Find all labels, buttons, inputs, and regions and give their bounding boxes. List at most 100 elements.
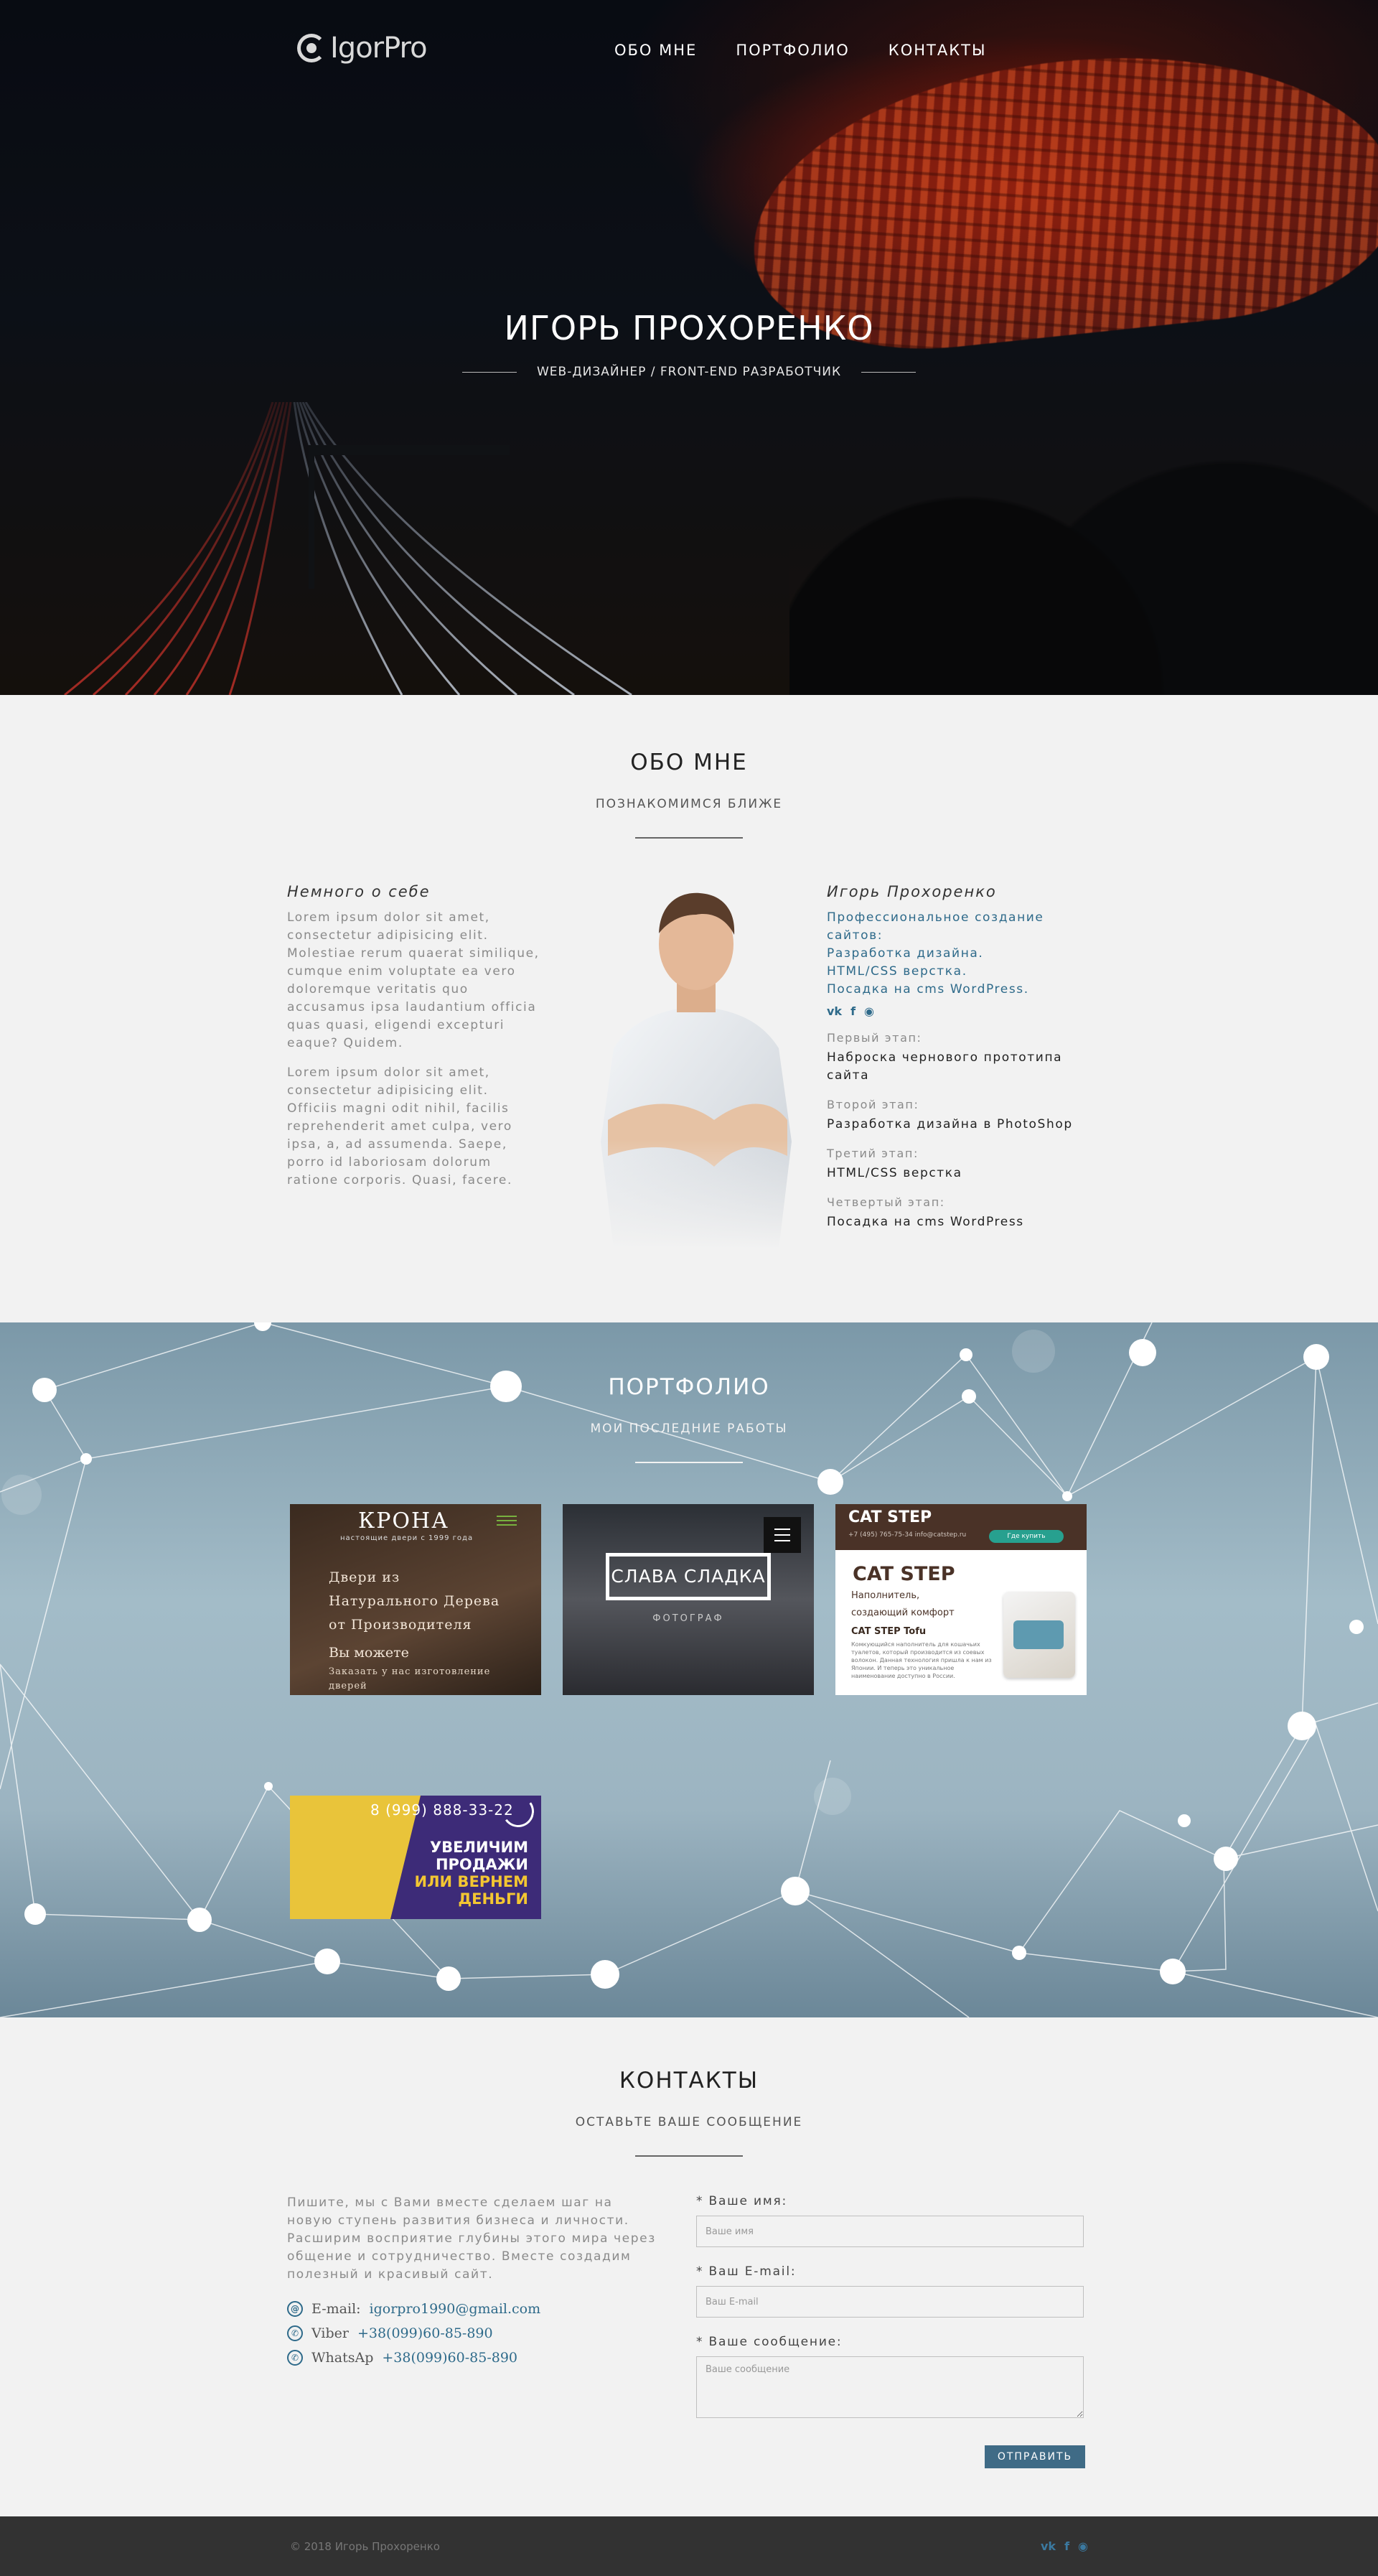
contact-whatsapp: ✆ WhatsAp +38(099)60-85-890 [287, 2350, 660, 2366]
section-divider [635, 1462, 743, 1463]
portfolio-section: ПОРТФОЛИО МОИ ПОСЛЕДНИЕ РАБОТЫ КРОНА нас… [0, 1322, 1378, 2017]
facebook-icon[interactable]: f [850, 1004, 856, 1018]
submit-button[interactable]: ОТПРАВИТЬ [985, 2445, 1085, 2468]
product-image [1003, 1592, 1075, 1678]
contact-label: WhatsAp [311, 2350, 374, 2366]
logo-icon [297, 34, 326, 62]
copyright: © 2018 Игорь Прохоренко [290, 2539, 440, 2553]
contacts-info: Пишите, мы с Вами вместе сделаем шаг на … [287, 2194, 660, 2374]
section-divider [635, 837, 743, 839]
hero-section: IgorPro ОБО МНЕ ПОРТФОЛИО КОНТАКТЫ ИГОРЬ… [0, 0, 1378, 695]
contact-whatsapp-link[interactable]: +38(099)60-85-890 [382, 2350, 517, 2366]
about-info-column: Игорь Прохоренко Профессиональное создан… [827, 883, 1092, 1231]
name-label: * Ваше имя: [696, 2194, 788, 2208]
contact-email-link[interactable]: igorpro1990@gmail.com [370, 2301, 541, 2317]
card-subtitle: ФОТОГРАФ [652, 1613, 724, 1624]
step-label: Третий этап: [827, 1147, 919, 1160]
portrait-photo [563, 883, 829, 1249]
card-subtitle: Наполнитель, создающий комфорт [851, 1590, 955, 1618]
section-subtitle: ОСТАВЬТЕ ВАШЕ СООБЩЕНИЕ [575, 2115, 803, 2129]
portfolio-card-catstep[interactable]: CAT STEP +7 (495) 765-75-34 info@catstep… [835, 1504, 1087, 1695]
card-line: Заказать у нас изготовление дверей [329, 1666, 491, 1691]
card-contact-info: +7 (495) 765-75-34 info@catstep.ru [848, 1531, 967, 1539]
contacts-list: @ E-mail: igorpro1990@gmail.com ✆ Viber … [287, 2301, 660, 2366]
top-nav: IgorPro ОБО МНЕ ПОРТФОЛИО КОНТАКТЫ [0, 0, 1378, 101]
about-text-column: Немного о себе Lorem ipsum dolor sit ame… [287, 883, 540, 1190]
github-icon[interactable]: ◉ [1078, 2539, 1088, 2553]
promo-line: ДЕНЬГИ [458, 1890, 528, 1908]
contacts-intro: Пишите, мы с Вами вместе сделаем шаг на … [287, 2195, 656, 2282]
contact-viber-link[interactable]: +38(099)60-85-890 [357, 2325, 493, 2341]
card-header: CAT STEP +7 (495) 765-75-34 info@catstep… [835, 1504, 1087, 1550]
at-icon: @ [287, 2301, 303, 2317]
card-brand: КРОНА [358, 1508, 449, 1534]
card-phone: 8 (999) 888-33-22 [370, 1801, 514, 1819]
contacts-section: КОНТАКТЫ ОСТАВЬТЕ ВАШЕ СООБЩЕНИЕ Пишите,… [0, 2017, 1378, 2516]
footer: © 2018 Игорь Прохоренко vk f ◉ [0, 2516, 1378, 2576]
contact-label: E-mail: [311, 2301, 361, 2317]
contact-form: * Ваше имя: * Ваш E-mail: * Ваше сообщен… [696, 2194, 1085, 2468]
portfolio-card-krona[interactable]: КРОНА настоящие двери с 1999 года Двери … [290, 1504, 541, 1695]
portfolio-heading: ПОРТФОЛИО МОИ ПОСЛЕДНИЕ РАБОТЫ [0, 1322, 1378, 1463]
step-value: Наброска чернового прототипа сайта [827, 1050, 1063, 1083]
menu-item-portfolio[interactable]: ПОРТФОЛИО [736, 42, 849, 59]
promo-line: ПРОДАЖИ [435, 1856, 528, 1873]
contact-email: @ E-mail: igorpro1990@gmail.com [287, 2301, 660, 2317]
about-paragraph-1: Lorem ipsum dolor sit amet, consectetur … [287, 910, 540, 1050]
portfolio-card-sales[interactable]: 8 (999) 888-33-22 УВЕЛИЧИМ ПРОДАЖИ ИЛИ В… [290, 1796, 541, 1919]
card-line: Вы можете [329, 1645, 409, 1661]
site-logo[interactable]: IgorPro [297, 32, 428, 65]
email-label: * Ваш E-mail: [696, 2264, 797, 2279]
card-brand-sub: настоящие двери с 1999 года [340, 1534, 474, 1542]
step-1: Первый этап: Наброска чернового прототип… [827, 1031, 1092, 1085]
about-paragraph-2: Lorem ipsum dolor sit amet, consectetur … [287, 1065, 512, 1187]
message-field[interactable] [696, 2356, 1084, 2418]
divider-line [461, 371, 517, 373]
services-list: Профессиональное создание сайтов: Разраб… [827, 909, 1092, 999]
service-item: Профессиональное создание сайтов: [827, 910, 1044, 943]
card-text: Комкующийся наполнитель для кошачьих туа… [851, 1641, 992, 1679]
promo-line: ИЛИ ВЕРНЕМ [414, 1873, 528, 1890]
section-title: ПОРТФОЛИО [608, 1374, 770, 1400]
hamburger-icon [764, 1517, 801, 1553]
github-icon[interactable]: ◉ [864, 1004, 874, 1018]
step-3: Третий этап: HTML/CSS верстка [827, 1147, 1092, 1182]
hero-title: ИГОРЬ ПРОХОРЕНКО [504, 309, 874, 347]
card-product: CAT STEP Tofu [851, 1626, 927, 1637]
card-button: Где купить [989, 1530, 1064, 1543]
facebook-icon[interactable]: f [1064, 2539, 1069, 2553]
card-title: CAT STEP [853, 1563, 955, 1585]
section-title: КОНТАКТЫ [619, 2068, 759, 2094]
section-divider [635, 2155, 743, 2157]
about-content: Немного о себе Lorem ipsum dolor sit ame… [287, 883, 1091, 1314]
hamburger-icon [497, 1516, 517, 1526]
contact-viber: ✆ Viber +38(099)60-85-890 [287, 2325, 660, 2341]
vk-icon[interactable]: vk [827, 1004, 842, 1018]
divider-line [861, 371, 917, 373]
step-value: HTML/CSS верстка [827, 1166, 962, 1180]
name-field[interactable] [696, 2216, 1084, 2247]
step-2: Второй этап: Разработка дизайна в PhotoS… [827, 1098, 1092, 1134]
card-logo: CAT STEP [848, 1508, 932, 1526]
step-4: Четвертый этап: Посадка на cms WordPress [827, 1195, 1092, 1231]
service-item: Посадка на cms WordPress. [827, 982, 1029, 997]
hero-subtitle-row: WEB-ДИЗАЙНЕР / FRONT-END РАЗРАБОТЧИК [0, 365, 1378, 379]
hero-subtitle: WEB-ДИЗАЙНЕР / FRONT-END РАЗРАБОТЧИК [536, 365, 842, 379]
logo-text: IgorPro [330, 32, 428, 65]
card-title: СЛАВА СЛАДКА [606, 1553, 771, 1600]
about-right-heading: Игорь Прохоренко [827, 883, 997, 900]
card-title: Двери из Натурального Дерева от Производ… [329, 1569, 500, 1633]
vk-icon[interactable]: vk [1041, 2539, 1056, 2553]
message-label: * Ваше сообщение: [696, 2335, 843, 2349]
menu-item-contacts[interactable]: КОНТАКТЫ [889, 42, 987, 59]
step-label: Первый этап: [827, 1031, 922, 1045]
about-left-heading: Немного о себе [287, 883, 431, 900]
email-field[interactable] [696, 2286, 1084, 2318]
section-subtitle: ПОЗНАКОМИМСЯ БЛИЖЕ [595, 797, 783, 811]
contacts-heading: КОНТАКТЫ ОСТАВЬТЕ ВАШЕ СООБЩЕНИЕ [287, 2068, 1091, 2157]
contacts-content: Пишите, мы с Вами вместе сделаем шаг на … [287, 2194, 1091, 2468]
menu-item-about[interactable]: ОБО МНЕ [614, 42, 697, 59]
about-social-links: vk f ◉ [827, 1004, 1092, 1018]
portfolio-card-slava[interactable]: СЛАВА СЛАДКА ФОТОГРАФ [563, 1504, 814, 1695]
step-label: Второй этап: [827, 1098, 919, 1111]
